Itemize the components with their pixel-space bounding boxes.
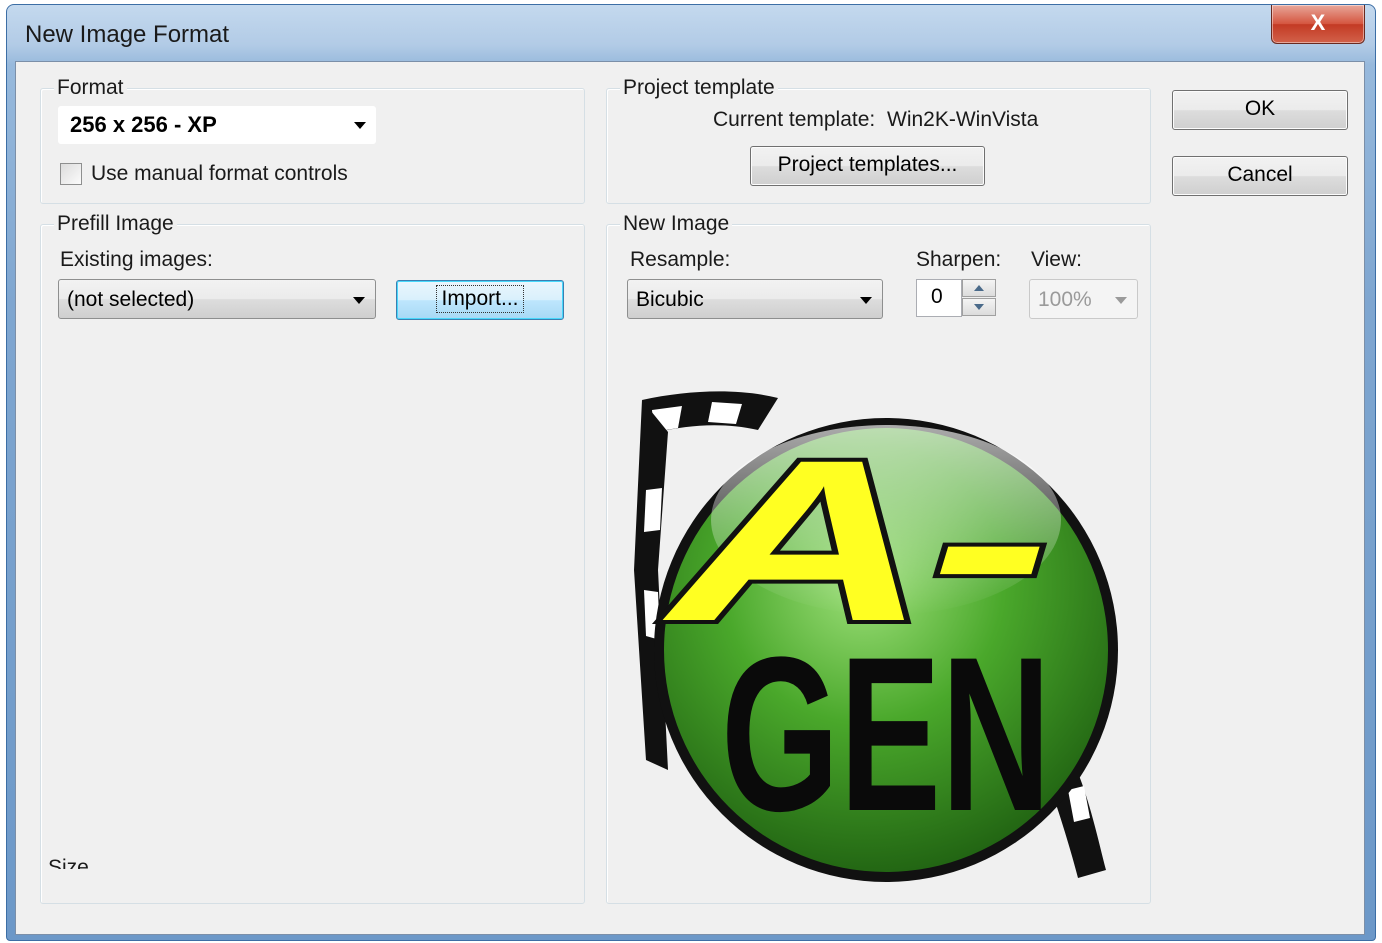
- existing-images-value: (not selected): [67, 288, 195, 311]
- chevron-down-icon: [354, 122, 366, 129]
- current-template-value: Win2K-WinVista: [887, 108, 1039, 131]
- prefill-image-group: [40, 224, 585, 904]
- spin-down-icon[interactable]: [962, 298, 996, 316]
- format-group-label: Format: [54, 76, 127, 100]
- close-button[interactable]: X: [1271, 5, 1365, 44]
- resample-label: Resample:: [630, 248, 731, 271]
- view-value: 100%: [1038, 288, 1092, 311]
- chevron-down-icon: [353, 297, 365, 304]
- manual-format-label[interactable]: Use manual format controls: [91, 162, 348, 186]
- resample-value: Bicubic: [636, 288, 704, 311]
- view-label: View:: [1031, 248, 1082, 271]
- project-template-group-label: Project template: [620, 76, 778, 100]
- sharpen-input[interactable]: 0: [916, 279, 962, 317]
- chevron-down-icon: [860, 297, 872, 304]
- title-bar[interactable]: New Image Format X: [7, 5, 1375, 61]
- import-button-label: Import...: [436, 285, 524, 313]
- resample-select[interactable]: Bicubic: [627, 279, 883, 319]
- close-icon: X: [1310, 10, 1326, 35]
- existing-images-label: Existing images:: [60, 248, 213, 271]
- size-group-label: Size: [48, 856, 89, 869]
- cancel-button[interactable]: Cancel: [1172, 156, 1348, 196]
- ok-button[interactable]: OK: [1172, 90, 1348, 130]
- view-select[interactable]: 100%: [1029, 279, 1138, 319]
- spin-up-icon[interactable]: [962, 279, 996, 297]
- existing-images-select[interactable]: (not selected): [58, 279, 376, 319]
- manual-format-checkbox[interactable]: [60, 163, 82, 185]
- new-image-group-label: New Image: [620, 212, 733, 236]
- sharpen-spinner[interactable]: [962, 279, 996, 317]
- prefill-image-group-label: Prefill Image: [54, 212, 177, 236]
- format-select-value: 256 x 256 - XP: [70, 112, 217, 137]
- window-title: New Image Format: [25, 21, 230, 48]
- current-template-label: Current template:: [713, 108, 876, 131]
- image-preview: GEN A-: [634, 391, 1118, 882]
- format-select[interactable]: 256 x 256 - XP: [58, 106, 376, 144]
- sharpen-label: Sharpen:: [916, 248, 1002, 271]
- chevron-down-icon: [1115, 297, 1127, 304]
- project-templates-button[interactable]: Project templates...: [750, 146, 985, 186]
- logo-text-a: A-: [662, 412, 1050, 669]
- import-button[interactable]: Import...: [396, 280, 564, 320]
